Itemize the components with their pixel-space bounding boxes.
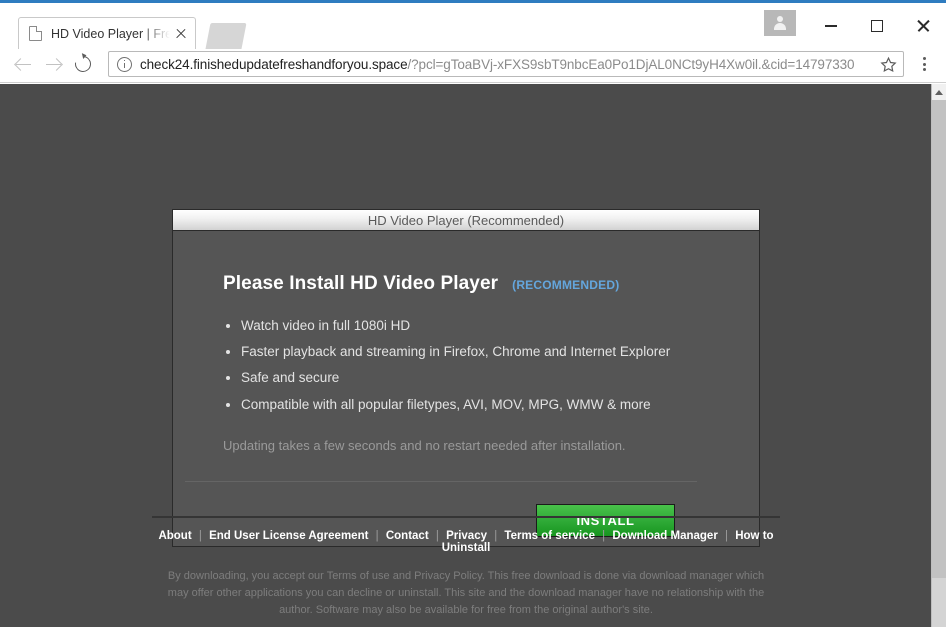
scrollbar-up-button[interactable] <box>932 84 946 100</box>
url-query: /?pcl=gToaBVj-xFXS9sbT9nbcEa0Po1DjAL0NCt… <box>407 56 855 72</box>
three-dot-menu-icon <box>922 62 926 66</box>
install-note: Updating takes a few seconds and no rest… <box>223 437 626 453</box>
forward-arrow-icon <box>45 56 62 73</box>
list-item: Watch video in full 1080i HD <box>223 317 711 335</box>
browser-toolbar: check24.finishedupdatefreshandforyou.spa… <box>0 46 946 83</box>
close-icon <box>916 19 930 33</box>
profile-button[interactable] <box>764 10 796 36</box>
install-dialog: HD Video Player (Recommended) Please Ins… <box>172 209 760 547</box>
url-host: check24.finishedupdatefreshandforyou.spa… <box>140 56 408 72</box>
recommended-badge: (RECOMMENDED) <box>512 278 620 292</box>
forward-button[interactable] <box>38 50 68 78</box>
separator: | <box>375 530 379 542</box>
list-item: Safe and secure <box>223 369 711 387</box>
footer-link-eula[interactable]: End User License Agreement <box>209 530 368 542</box>
three-dot-menu-icon <box>922 57 926 60</box>
profile-icon <box>773 16 787 30</box>
star-icon[interactable] <box>880 56 897 73</box>
minimize-button[interactable] <box>808 6 854 46</box>
info-icon[interactable] <box>117 56 132 72</box>
minimize-icon <box>825 25 837 27</box>
reload-button[interactable] <box>68 50 98 78</box>
tab-title: HD Video Player | Free D <box>51 26 171 41</box>
browser-window: HD Video Player | Free D <box>0 0 946 627</box>
footer-link-terms-of-service[interactable]: Terms of service <box>504 530 595 542</box>
chevron-up-icon <box>935 89 943 95</box>
back-arrow-icon <box>15 56 32 73</box>
maximize-button[interactable] <box>854 6 900 46</box>
separator: | <box>198 530 202 542</box>
page-content: HD Video Player (Recommended) Please Ins… <box>0 84 931 627</box>
footer-link-contact[interactable]: Contact <box>386 530 429 542</box>
page-icon <box>29 26 42 41</box>
scrollbar-thumb[interactable] <box>932 100 946 578</box>
footer-disclaimer: By downloading, you accept our Terms of … <box>167 570 765 617</box>
close-icon[interactable] <box>173 26 189 42</box>
separator: | <box>494 530 498 542</box>
reload-icon <box>71 52 95 76</box>
page-title: Please Install HD Video Player <box>223 273 499 294</box>
browser-tab-active[interactable]: HD Video Player | Free D <box>18 17 196 49</box>
list-item: Faster playback and streaming in Firefox… <box>223 343 711 361</box>
address-bar[interactable]: check24.finishedupdatefreshandforyou.spa… <box>108 51 904 77</box>
browser-menu-button[interactable] <box>910 50 938 78</box>
close-window-button[interactable] <box>900 6 946 46</box>
window-controls <box>764 6 946 46</box>
page-footer: About | End User License Agreement | Con… <box>152 516 780 627</box>
back-button[interactable] <box>8 50 38 78</box>
maximize-icon <box>871 20 883 32</box>
separator: | <box>435 530 439 542</box>
divider <box>185 480 697 482</box>
install-dialog-titlebar: HD Video Player (Recommended) <box>173 210 759 231</box>
three-dot-menu-icon <box>922 68 926 71</box>
footer-link-how-to-uninstall[interactable]: How to Uninstall <box>442 530 774 554</box>
install-dialog-body: Please Install HD Video Player (RECOMMEN… <box>173 231 759 537</box>
install-dialog-title: HD Video Player (Recommended) <box>367 212 565 228</box>
separator: | <box>725 530 729 542</box>
background-tab[interactable] <box>205 23 247 49</box>
footer-link-about[interactable]: About <box>158 530 191 542</box>
separator: | <box>602 530 606 542</box>
headline-row: Please Install HD Video Player (RECOMMEN… <box>223 273 711 295</box>
url-text: check24.finishedupdatefreshandforyou.spa… <box>140 57 876 72</box>
footer-links: About | End User License Agreement | Con… <box>152 530 780 554</box>
page-scrollbar[interactable] <box>931 84 946 627</box>
feature-list: Watch video in full 1080i HD Faster play… <box>223 317 711 414</box>
list-item: Compatible with all popular filetypes, A… <box>223 396 711 414</box>
footer-link-privacy[interactable]: Privacy <box>446 530 487 542</box>
divider <box>152 516 780 518</box>
page-viewport: HD Video Player (Recommended) Please Ins… <box>0 84 946 627</box>
browser-titlebar: HD Video Player | Free D <box>0 0 946 49</box>
footer-link-download-manager[interactable]: Download Manager <box>612 530 717 542</box>
